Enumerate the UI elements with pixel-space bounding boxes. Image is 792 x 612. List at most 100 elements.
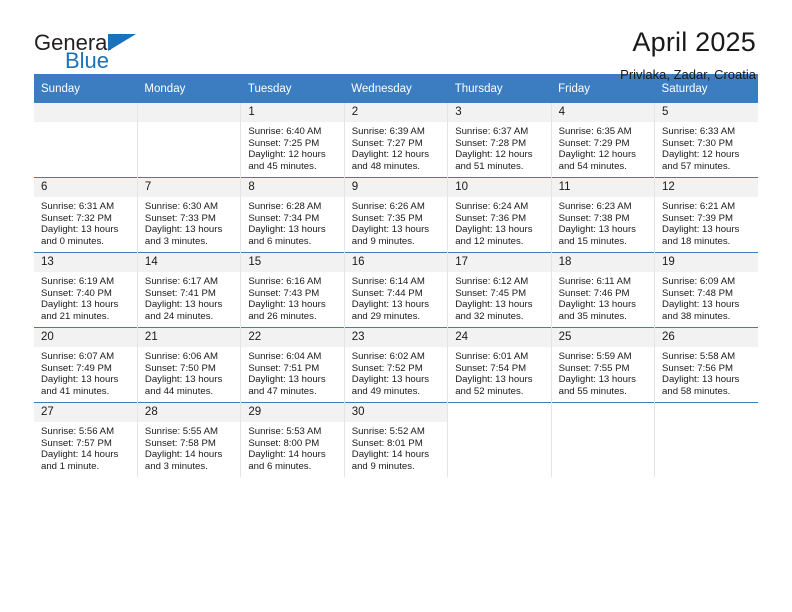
calendar-day-cell[interactable]: 26 Sunrise: 5:58 AM Sunset: 7:56 PM Dayligh… [654,327,758,403]
calendar-day-cell[interactable]: 6 Sunrise: 6:31 AM Sunset: 7:32 PM Daylight… [34,177,138,253]
sunrise-text: Sunrise: 5:53 AM [248,426,322,437]
calendar-day-cell[interactable]: 5 Sunrise: 6:33 AM Sunset: 7:30 PM Daylight… [654,103,758,178]
day-details: Sunrise: 6:01 AM Sunset: 7:54 PM Daylight:… [448,347,550,398]
calendar-day-cell[interactable]: 14 Sunrise: 6:17 AM Sunset: 7:41 PM Dayligh… [136,252,242,328]
daylight-text-line1: Daylight: 13 hours [455,374,533,386]
calendar-day-cell[interactable]: 22 Sunrise: 6:04 AM Sunset: 7:51 PM Dayligh… [240,327,345,403]
sunset-text: Sunset: 7:29 PM [558,137,630,149]
day-number: 12 [655,178,758,197]
day-number: 24 [448,328,551,347]
calendar-day-cell[interactable]: 2 Sunrise: 6:39 AM Sunset: 7:27 PM Daylight… [343,103,449,178]
calendar-day-cell[interactable]: 3 Sunrise: 6:37 AM Sunset: 7:28 PM Daylight… [447,103,552,178]
sunrise-text: Sunrise: 6:12 AM [455,276,529,287]
sunrise-text: Sunrise: 5:58 AM [662,351,736,362]
calendar-day-cell[interactable]: 4 Sunrise: 6:35 AM Sunset: 7:29 PM Daylight… [550,103,656,178]
sunrise-text: Sunrise: 6:30 AM [144,201,218,212]
calendar-day-cell[interactable]: 29 Sunrise: 5:53 AM Sunset: 8:00 PM Dayligh… [240,402,345,477]
daylight-text-line2: and 21 minutes. [41,311,110,323]
daylight-text-line1: Daylight: 14 hours [144,449,223,461]
calendar-day-cell[interactable]: 19 Sunrise: 6:09 AM Sunset: 7:48 PM Dayligh… [654,252,758,328]
weekday-header-tuesday: Tuesday [240,74,345,103]
calendar-day-cell[interactable]: 18 Sunrise: 6:11 AM Sunset: 7:46 PM Dayligh… [550,252,656,328]
day-number: 10 [448,178,551,197]
calendar-day-cell[interactable]: 21 Sunrise: 6:06 AM Sunset: 7:50 PM Dayligh… [136,327,242,403]
daylight-text-line1: Daylight: 12 hours [351,149,430,161]
sunset-text: Sunset: 7:39 PM [662,212,733,224]
daylight-text-line1: Daylight: 13 hours [558,224,636,236]
daylight-text-line1: Daylight: 13 hours [144,299,223,311]
sunset-text: Sunset: 7:28 PM [455,137,527,149]
day-number: 22 [241,328,344,347]
daylight-text-line1: Daylight: 13 hours [351,224,430,236]
calendar-day-cell[interactable]: 12 Sunrise: 6:21 AM Sunset: 7:39 PM Dayligh… [654,177,758,253]
calendar-day-cell[interactable]: 8 Sunrise: 6:28 AM Sunset: 7:34 PM Daylight… [240,177,345,253]
daylight-text-line2: and 12 minutes. [455,236,524,248]
day-number: 5 [655,103,758,122]
calendar-cell-empty [447,402,552,477]
daylight-text-line2: and 3 minutes. [144,236,208,248]
calendar-day-cell[interactable]: 28 Sunrise: 5:55 AM Sunset: 7:58 PM Dayligh… [136,402,242,477]
calendar-day-cell[interactable]: 7 Sunrise: 6:30 AM Sunset: 7:33 PM Daylight… [136,177,242,253]
day-number [34,103,137,122]
day-details: Sunrise: 6:12 AM Sunset: 7:45 PM Daylight:… [448,272,550,323]
page-title: April 2025 [632,27,756,57]
day-number: 1 [241,103,344,122]
day-number: 19 [655,253,758,272]
day-details: Sunrise: 6:33 AM Sunset: 7:30 PM Daylight:… [655,122,758,173]
calendar-day-cell[interactable]: 30 Sunrise: 5:52 AM Sunset: 8:01 PM Dayligh… [343,402,449,477]
day-details: Sunrise: 6:24 AM Sunset: 7:36 PM Daylight:… [448,197,550,248]
sunrise-text: Sunrise: 5:59 AM [558,351,632,362]
calendar-day-cell[interactable]: 13 Sunrise: 6:19 AM Sunset: 7:40 PM Dayligh… [34,252,138,328]
daylight-text-line1: Daylight: 13 hours [455,224,533,236]
sunset-text: Sunset: 7:49 PM [41,362,112,374]
daylight-text-line1: Daylight: 13 hours [558,299,636,311]
calendar-day-cell[interactable]: 27 Sunrise: 5:56 AM Sunset: 7:57 PM Dayligh… [34,402,138,477]
daylight-text-line1: Daylight: 13 hours [662,224,740,236]
day-details: Sunrise: 6:40 AM Sunset: 7:25 PM Daylight:… [241,122,343,173]
day-number: 4 [551,103,655,122]
calendar-day-cell[interactable]: 16 Sunrise: 6:14 AM Sunset: 7:44 PM Dayligh… [343,252,449,328]
calendar-day-cell[interactable]: 23 Sunrise: 6:02 AM Sunset: 7:52 PM Dayligh… [343,327,449,403]
daylight-text-line1: Daylight: 13 hours [248,299,326,311]
calendar-week-row: 27 Sunrise: 5:56 AM Sunset: 7:57 PM Dayligh… [34,402,758,477]
sunset-text: Sunset: 7:50 PM [144,362,216,374]
calendar-day-cell[interactable]: 9 Sunrise: 6:26 AM Sunset: 7:35 PM Daylight… [343,177,449,253]
calendar-day-cell[interactable]: 11 Sunrise: 6:23 AM Sunset: 7:38 PM Dayligh… [550,177,656,253]
sunset-text: Sunset: 7:51 PM [248,362,320,374]
sunrise-text: Sunrise: 5:52 AM [351,426,425,437]
sunrise-text: Sunrise: 6:17 AM [144,276,218,287]
calendar-day-cell[interactable]: 17 Sunrise: 6:12 AM Sunset: 7:45 PM Dayligh… [447,252,552,328]
daylight-text-line2: and 54 minutes. [558,161,627,173]
day-details: Sunrise: 6:23 AM Sunset: 7:38 PM Daylight:… [552,197,654,248]
sunset-text: Sunset: 7:45 PM [455,287,527,299]
daylight-text-line2: and 9 minutes. [351,461,415,473]
daylight-text-line2: and 47 minutes. [248,386,317,398]
day-number: 15 [241,253,344,272]
day-details: Sunrise: 6:30 AM Sunset: 7:33 PM Daylight:… [138,197,240,248]
day-number: 16 [344,253,448,272]
sunset-text: Sunset: 7:48 PM [662,287,733,299]
sunrise-text: Sunrise: 6:16 AM [248,276,322,287]
daylight-text-line2: and 26 minutes. [248,311,317,323]
calendar-day-cell[interactable]: 10 Sunrise: 6:24 AM Sunset: 7:36 PM Dayligh… [447,177,552,253]
calendar-day-cell[interactable]: 25 Sunrise: 5:59 AM Sunset: 7:55 PM Dayligh… [550,327,656,403]
calendar-day-cell[interactable]: 1 Sunrise: 6:40 AM Sunset: 7:25 PM Daylight… [240,103,345,178]
sunset-text: Sunset: 7:25 PM [248,137,320,149]
daylight-text-line2: and 32 minutes. [455,311,524,323]
general-blue-logo[interactable]: General Blue [34,28,154,76]
sunset-text: Sunset: 7:27 PM [351,137,423,149]
calendar-day-cell[interactable]: 20 Sunrise: 6:07 AM Sunset: 7:49 PM Dayligh… [34,327,138,403]
sunrise-text: Sunrise: 6:07 AM [41,351,115,362]
sunrise-text: Sunrise: 6:24 AM [455,201,529,212]
day-details: Sunrise: 5:59 AM Sunset: 7:55 PM Daylight:… [552,347,654,398]
sunrise-text: Sunrise: 6:21 AM [662,201,736,212]
sunrise-text: Sunrise: 6:37 AM [455,126,529,137]
day-number: 21 [137,328,241,347]
day-number: 25 [551,328,655,347]
calendar-day-cell[interactable]: 24 Sunrise: 6:01 AM Sunset: 7:54 PM Dayligh… [447,327,552,403]
calendar-day-cell[interactable]: 15 Sunrise: 6:16 AM Sunset: 7:43 PM Dayligh… [240,252,345,328]
day-number [551,403,655,422]
day-details: Sunrise: 6:26 AM Sunset: 7:35 PM Daylight:… [345,197,447,248]
sunset-text: Sunset: 7:54 PM [455,362,527,374]
daylight-text-line2: and 45 minutes. [248,161,317,173]
